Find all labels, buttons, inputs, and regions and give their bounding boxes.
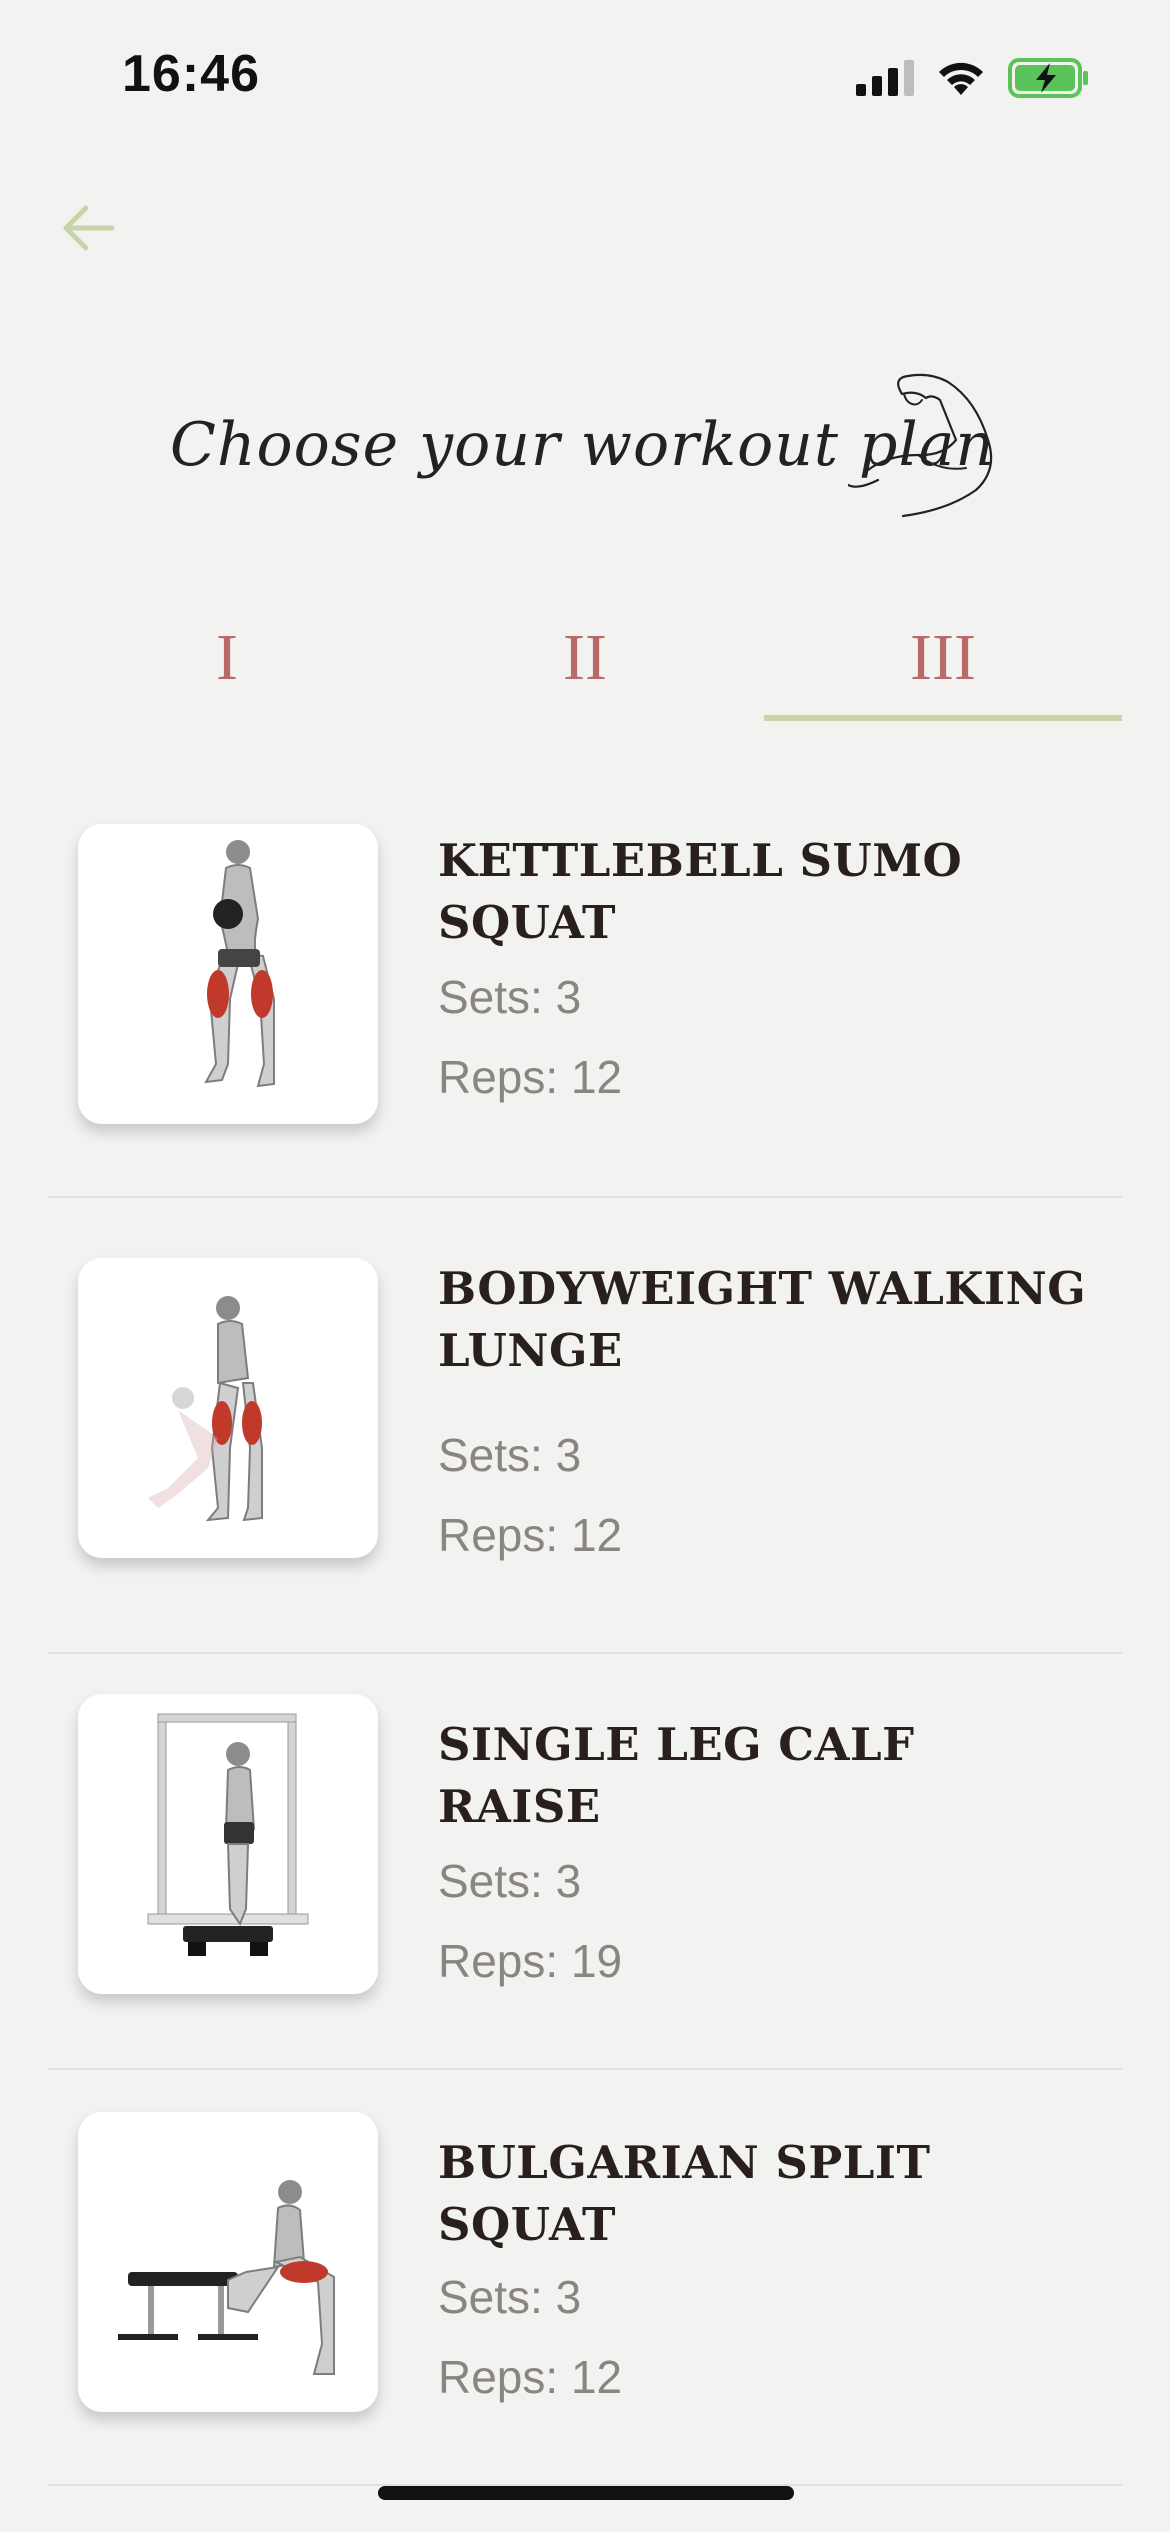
exercise-name: BODYWEIGHT WALKING LUNGE [438, 1262, 1087, 1377]
exercise-reps: Reps: 19 [438, 1935, 623, 1987]
exercise-image [78, 1694, 378, 1994]
exercise-item[interactable]: KETTLEBELL SUMO SQUAT Sets: 3 Reps: 12 [48, 790, 1122, 1198]
exercise-sets: Sets: 3 [438, 1855, 582, 1907]
cellular-signal-icon [856, 60, 914, 96]
status-bar: 16:46 [0, 0, 1170, 150]
exercise-reps: Reps: 12 [438, 1509, 623, 1561]
status-time: 16:46 [122, 45, 260, 103]
flexed-bicep-icon [848, 373, 993, 518]
exercise-item[interactable]: BODYWEIGHT WALKING LUNGE Sets: 3 Reps: 1… [48, 1198, 1122, 1654]
status-icons [856, 56, 1090, 100]
plan-tabs: I II III [48, 595, 1122, 725]
exercise-sets: Sets: 3 [438, 971, 582, 1023]
tab-plan-3[interactable]: III [764, 595, 1122, 720]
exercise-name: SINGLE LEG CALF RAISE [438, 1718, 915, 1833]
exercise-list: KETTLEBELL SUMO SQUAT Sets: 3 Reps: 12 B… [48, 790, 1122, 2486]
exercise-sets: Sets: 3 [438, 2271, 582, 2323]
exercise-image [78, 2112, 378, 2412]
exercise-sets: Sets: 3 [438, 1429, 582, 1481]
tab-plan-2[interactable]: II [406, 595, 764, 720]
bulgarian-split-squat-illustration [118, 2180, 335, 2375]
back-button[interactable] [52, 192, 124, 264]
exercise-reps: Reps: 12 [438, 1051, 623, 1103]
arrow-left-icon [63, 205, 115, 251]
walking-lunge-illustration [148, 1296, 263, 1522]
exercise-name: KETTLEBELL SUMO SQUAT [438, 834, 963, 949]
exercise-item[interactable]: SINGLE LEG CALF RAISE Sets: 3 Reps: 19 [48, 1654, 1122, 2070]
kettlebell-sumo-squat-illustration [204, 840, 275, 1088]
header: Choose your workout plan [0, 350, 1170, 550]
tab-plan-1[interactable]: I [48, 595, 406, 720]
exercise-reps: Reps: 12 [438, 2351, 623, 2403]
tab-selected-indicator [764, 715, 1122, 721]
exercise-name: BULGARIAN SPLIT SQUAT [438, 2136, 931, 2251]
exercise-image [78, 824, 378, 1124]
exercise-item[interactable]: BULGARIAN SPLIT SQUAT Sets: 3 Reps: 12 [48, 2070, 1122, 2486]
home-indicator[interactable] [378, 2486, 794, 2500]
calf-raise-illustration [147, 1713, 309, 1956]
battery-charging-icon [1008, 58, 1088, 98]
wifi-icon [939, 62, 983, 95]
exercise-image [78, 1258, 378, 1558]
